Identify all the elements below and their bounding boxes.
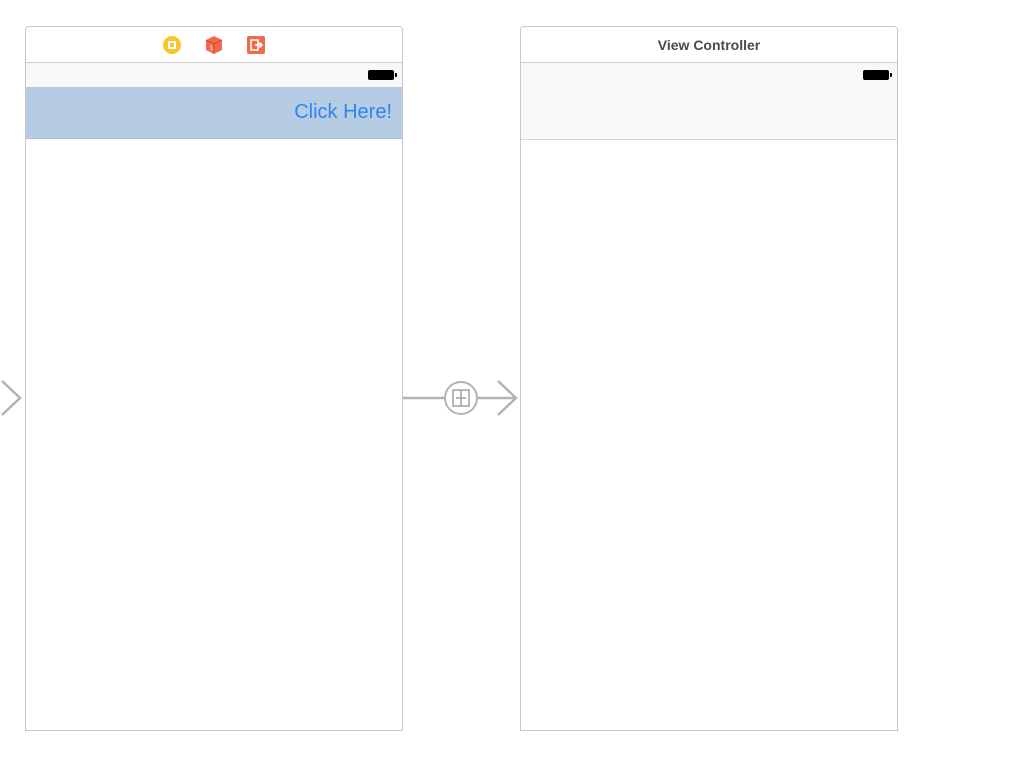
- status-bar: [26, 63, 402, 87]
- initial-vc-arrow[interactable]: [1, 380, 22, 416]
- storyboard-canvas: 1 Click Here! View Controller: [0, 0, 1024, 768]
- scene-title: View Controller: [657, 36, 761, 53]
- second-scene[interactable]: View Controller: [520, 26, 898, 731]
- scene-dock: 1: [26, 27, 402, 63]
- button-container: Click Here!: [26, 87, 402, 139]
- status-bar: [521, 63, 897, 87]
- view-controller-icon[interactable]: [162, 35, 182, 55]
- navigation-bar: [521, 87, 897, 140]
- show-segue[interactable]: [403, 380, 518, 416]
- battery-icon: [863, 70, 892, 80]
- scene-dock: View Controller: [521, 27, 897, 63]
- battery-icon: [368, 70, 397, 80]
- first-scene[interactable]: 1 Click Here!: [25, 26, 403, 731]
- first-responder-icon[interactable]: 1: [204, 35, 224, 55]
- click-here-button[interactable]: Click Here!: [294, 101, 392, 124]
- exit-icon[interactable]: [246, 35, 266, 55]
